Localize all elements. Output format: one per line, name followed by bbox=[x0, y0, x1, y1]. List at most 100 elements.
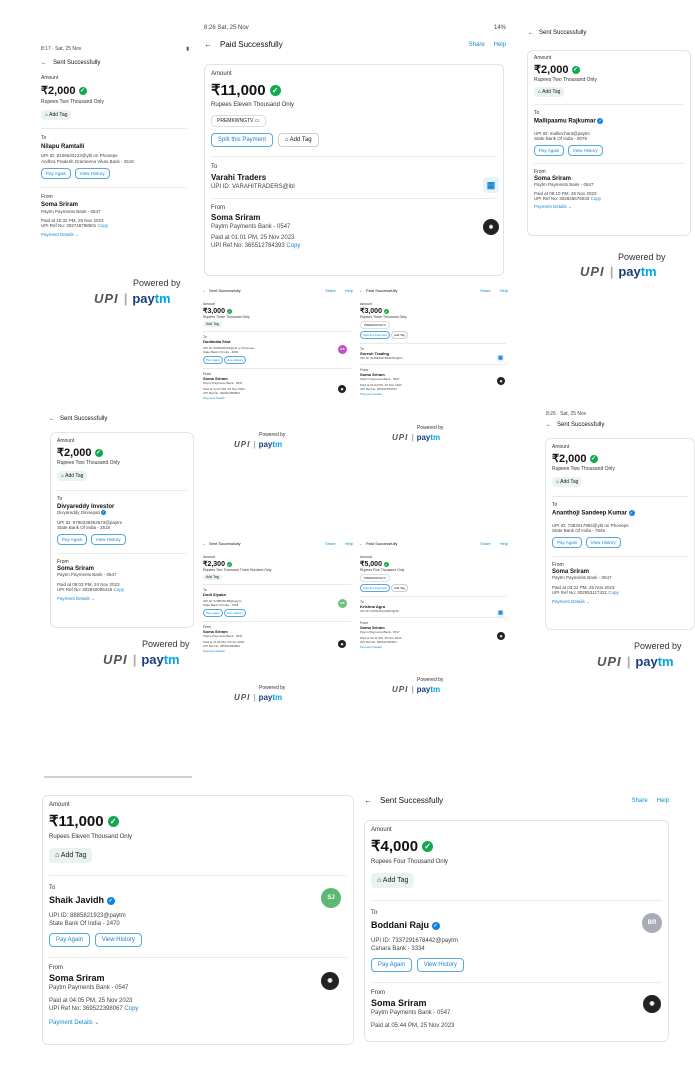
sender-bank: Paytm Payments Bank - 0547 bbox=[203, 634, 243, 638]
help-link[interactable]: Help bbox=[494, 42, 506, 48]
view-history-button[interactable]: View History bbox=[90, 534, 126, 546]
sender-avatar: ◉ bbox=[643, 995, 661, 1013]
view-history-button[interactable]: View History bbox=[585, 536, 621, 548]
split-payment-button[interactable]: Split this Payment bbox=[360, 331, 391, 339]
upi-paytm-logo: UPI | pay tm bbox=[580, 264, 657, 279]
divider bbox=[371, 982, 662, 983]
divider bbox=[552, 496, 688, 497]
amount-value: ₹2,000 bbox=[552, 453, 587, 465]
amount-label: Amount bbox=[371, 827, 392, 833]
amount-value: ₹4,000 bbox=[371, 838, 419, 855]
back-arrow-icon[interactable]: ← bbox=[49, 416, 55, 422]
add-tag-button[interactable]: ⌂ Add Tag bbox=[277, 133, 319, 147]
to-label: To bbox=[534, 110, 540, 116]
check-icon: ✓ bbox=[107, 815, 119, 827]
share-link[interactable]: Share bbox=[480, 541, 491, 546]
add-tag-button[interactable]: Add Tag bbox=[203, 321, 222, 327]
share-link[interactable]: Share bbox=[632, 798, 648, 804]
split-payment-button[interactable]: Split this Payment bbox=[360, 584, 391, 592]
recipient-bank: State Bank Of India - 2518 bbox=[57, 525, 111, 531]
help-link[interactable]: Help bbox=[345, 288, 353, 293]
add-tag-button[interactable]: ⌂ Add Tag bbox=[41, 110, 72, 120]
payment-details-link[interactable]: Payment Details bbox=[360, 645, 506, 649]
upi-ref-text: UPI Ref No: 302846676033 bbox=[534, 195, 590, 201]
note-chip: PREMKWNGTV bbox=[360, 574, 390, 582]
split-payment-button[interactable]: Split this Payment bbox=[211, 133, 274, 147]
view-history-button[interactable]: View History bbox=[416, 958, 464, 972]
copy-link[interactable]: Copy bbox=[286, 243, 300, 249]
add-tag-button[interactable]: ⌂ Add Tag bbox=[534, 87, 565, 97]
pay-again-button[interactable]: Pay Again bbox=[57, 534, 88, 546]
payment-details-link[interactable]: Payment Details ⌄ bbox=[49, 1019, 347, 1026]
view-history-button[interactable]: View History bbox=[74, 168, 110, 179]
help-link[interactable]: Help bbox=[657, 798, 669, 804]
recipient-name: Mallipaamu Rajkumar ✓ bbox=[534, 118, 684, 125]
add-tag-button[interactable]: Add Tag bbox=[391, 331, 408, 339]
amount-words: Rupees Eleven Thousand Only bbox=[211, 102, 294, 108]
back-arrow-icon[interactable]: ← bbox=[359, 288, 363, 293]
page-title: Sent Successfully bbox=[53, 60, 101, 66]
payment-details-link[interactable]: Payment Details ⌄ bbox=[41, 232, 187, 238]
add-tag-button[interactable]: ⌂ Add Tag bbox=[552, 477, 583, 487]
add-tag-label: Add Tag bbox=[60, 852, 87, 859]
back-arrow-icon[interactable]: ← bbox=[202, 541, 206, 546]
amount-label: Amount bbox=[203, 555, 216, 559]
back-arrow-icon[interactable]: ← bbox=[204, 40, 212, 49]
sender-avatar: ◉ bbox=[338, 640, 346, 648]
back-arrow-icon[interactable]: ← bbox=[359, 541, 363, 546]
help-link[interactable]: Help bbox=[345, 541, 353, 546]
check-icon: ✓ bbox=[422, 840, 434, 852]
divider bbox=[360, 596, 506, 597]
back-arrow-icon[interactable]: ← bbox=[528, 30, 534, 36]
recipient-avatar: SJ bbox=[321, 888, 341, 908]
back-arrow-icon[interactable]: ← bbox=[364, 796, 372, 805]
pay-again-button[interactable]: Pay Again bbox=[49, 933, 91, 947]
payment-details-link[interactable]: Payment Details ⌄ bbox=[552, 599, 688, 605]
help-link[interactable]: Help bbox=[500, 541, 508, 546]
sender-name: Soma Sriram bbox=[41, 202, 79, 208]
share-link[interactable]: Share bbox=[325, 288, 336, 293]
payment-details-link[interactable]: Payment Details bbox=[203, 649, 351, 653]
upi-logo: UPI bbox=[234, 693, 251, 702]
pay-again-button[interactable]: Pay Again bbox=[203, 609, 223, 617]
share-link[interactable]: Share bbox=[469, 42, 485, 48]
sender-name: Soma Sriram bbox=[49, 973, 105, 983]
view-history-button[interactable]: View History bbox=[223, 356, 247, 364]
share-link[interactable]: Share bbox=[480, 288, 491, 293]
payment-details-link[interactable]: Payment Details ⌄ bbox=[57, 596, 187, 602]
payment-details-link[interactable]: Payment Details bbox=[360, 392, 506, 396]
payment-details-link[interactable]: Payment Details bbox=[203, 396, 351, 400]
add-tag-button[interactable]: ⌂ Add Tag bbox=[371, 873, 415, 888]
pay-again-button[interactable]: Pay Again bbox=[534, 144, 565, 156]
back-arrow-icon[interactable]: ← bbox=[546, 422, 552, 428]
back-arrow-icon[interactable]: ← bbox=[41, 60, 47, 66]
copy-link[interactable]: Copy bbox=[114, 587, 125, 592]
screenshot-9: ← Paid Successfully Share Help Amount ₹5,00… bbox=[357, 538, 510, 670]
pay-again-button[interactable]: Pay Again bbox=[41, 168, 72, 179]
pay-again-button[interactable]: Pay Again bbox=[552, 536, 583, 548]
amount-words: Rupees Three Thousand Only bbox=[203, 315, 250, 319]
share-link[interactable]: Share bbox=[325, 541, 336, 546]
paytm-logo-b: tm bbox=[154, 291, 171, 306]
help-link[interactable]: Help bbox=[500, 288, 508, 293]
page-title: Paid Successfully bbox=[366, 288, 398, 293]
view-history-button[interactable]: View History bbox=[567, 144, 603, 156]
sender-bank: Paytm Payments Bank - 0547 bbox=[203, 381, 243, 385]
amount-value: ₹3,000 bbox=[360, 308, 382, 315]
copy-link[interactable]: Copy bbox=[591, 196, 602, 201]
pay-again-button[interactable]: Pay Again bbox=[371, 958, 413, 972]
pay-again-button[interactable]: Pay Again bbox=[203, 356, 223, 364]
amount-words: Rupees Two Thousand Only bbox=[534, 77, 597, 83]
copy-link[interactable]: Copy bbox=[124, 1006, 138, 1012]
copy-link[interactable]: Copy bbox=[98, 223, 109, 228]
view-history-button[interactable]: View History bbox=[223, 609, 247, 617]
add-tag-button[interactable]: ⌂ Add Tag bbox=[49, 848, 93, 863]
note-chip: PREMKWNGTV bbox=[360, 321, 390, 329]
payment-details-link[interactable]: Payment Details ⌄ bbox=[534, 204, 684, 210]
copy-link[interactable]: Copy bbox=[608, 590, 619, 595]
add-tag-button[interactable]: ⌂ Add Tag bbox=[57, 471, 88, 481]
add-tag-button[interactable]: Add Tag bbox=[391, 584, 408, 592]
add-tag-button[interactable]: Add Tag bbox=[203, 574, 222, 580]
back-arrow-icon[interactable]: ← bbox=[202, 288, 206, 293]
view-history-button[interactable]: View History bbox=[94, 933, 142, 947]
